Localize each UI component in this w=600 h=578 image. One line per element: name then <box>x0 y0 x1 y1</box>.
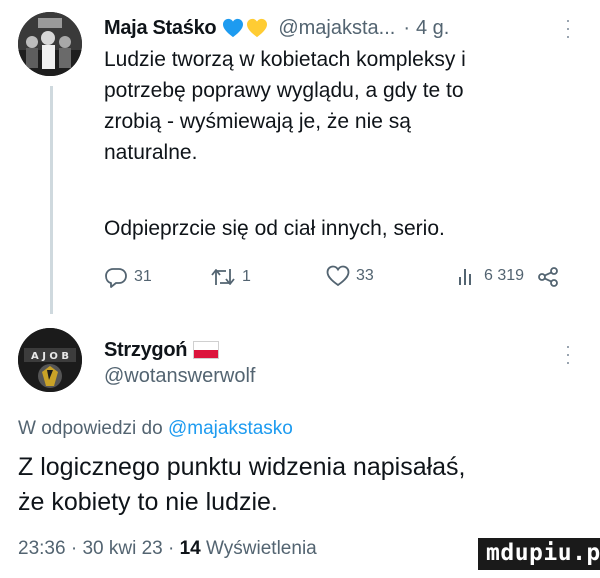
tweet-text-line: potrzebę poprawy wyglądu, a gdy te to <box>104 79 464 102</box>
avatar-strzygon[interactable]: A J O B <box>18 328 82 392</box>
tweet-text-line: Odpieprzcie się od ciał innych, serio. <box>104 217 445 240</box>
tweet-date[interactable]: 30 kwi 23 <box>82 538 162 559</box>
like-button[interactable]: 33 <box>326 265 374 287</box>
meta-separator: · <box>70 538 78 559</box>
reply-icon <box>105 268 127 288</box>
tweet1-header: Maja Staśko @majaksta... · 4 g. <box>104 13 449 43</box>
views-bar-icon <box>459 269 471 285</box>
tweet-text-line: zrobią - wyśmiewają je, że nie są <box>104 110 411 133</box>
heart-icon <box>326 265 350 287</box>
reply-context: W odpowiedzi do @majakstasko <box>18 418 293 440</box>
tweet-text-line: że kobiety to nie ludzie. <box>18 488 278 516</box>
author-emojis-icon <box>222 18 268 38</box>
tweet-text-line: Ludzie tworzą w kobietach kompleksy i <box>104 48 466 71</box>
more-icon[interactable]: · · · <box>563 337 573 371</box>
polish-flag-icon <box>193 341 220 359</box>
views-label: Wyświetlenia <box>206 538 317 559</box>
share-button[interactable] <box>536 265 560 294</box>
tweet1-actions: 31 1 33 6 319 <box>104 262 564 292</box>
author-name[interactable]: Maja Staśko <box>104 17 217 40</box>
watermark-logo: mdupiu.pl <box>478 538 600 570</box>
blue-heart-icon <box>223 18 244 38</box>
tweet-text-line: naturalne. <box>104 141 198 164</box>
avatar-maja[interactable] <box>18 12 82 76</box>
svg-text:A J O B: A J O B <box>31 351 69 362</box>
reply-to-link[interactable]: @majakstasko <box>168 418 293 439</box>
reply-prefix: W odpowiedzi do <box>18 418 163 439</box>
views-count: 14 <box>179 538 201 559</box>
share-icon <box>538 267 558 287</box>
tweet2-body: Z logicznego punktu widzenia napisałaś, … <box>18 450 588 520</box>
tweet-time[interactable]: 23:36 <box>18 538 66 559</box>
views-count: 6 319 <box>484 267 525 284</box>
thread-line <box>50 86 53 314</box>
avatar-photo <box>18 12 82 76</box>
retweet-button[interactable]: 1 <box>210 265 251 289</box>
views-button[interactable]: 6 319 <box>456 265 524 287</box>
reply-count: 31 <box>134 268 152 285</box>
tweet-text-line: Z logicznego punktu widzenia napisałaś, <box>18 453 466 481</box>
tweet1-body: Ludzie tworzą w kobietach kompleksy i po… <box>104 44 584 168</box>
avatar-photo: A J O B <box>18 328 82 392</box>
yellow-heart-icon <box>247 18 268 38</box>
header-separator: · <box>403 16 410 39</box>
retweet-icon <box>211 269 235 285</box>
reply-button[interactable]: 31 <box>104 265 152 289</box>
retweet-count: 1 <box>242 268 251 285</box>
author-handle[interactable]: @wotanswerwolf <box>104 365 255 388</box>
more-icon[interactable]: · · · <box>563 11 573 45</box>
tweet2-header: Strzygoń <box>104 336 220 364</box>
author-name[interactable]: Strzygoń <box>104 339 187 362</box>
like-count: 33 <box>356 267 374 284</box>
tweet-time[interactable]: 4 g. <box>416 17 449 40</box>
tweet2-meta: 23:36 · 30 kwi 23 · 14 Wyświetlenia <box>18 538 317 560</box>
meta-separator: · <box>168 538 175 559</box>
author-handle[interactable]: @majaksta... <box>278 17 395 40</box>
